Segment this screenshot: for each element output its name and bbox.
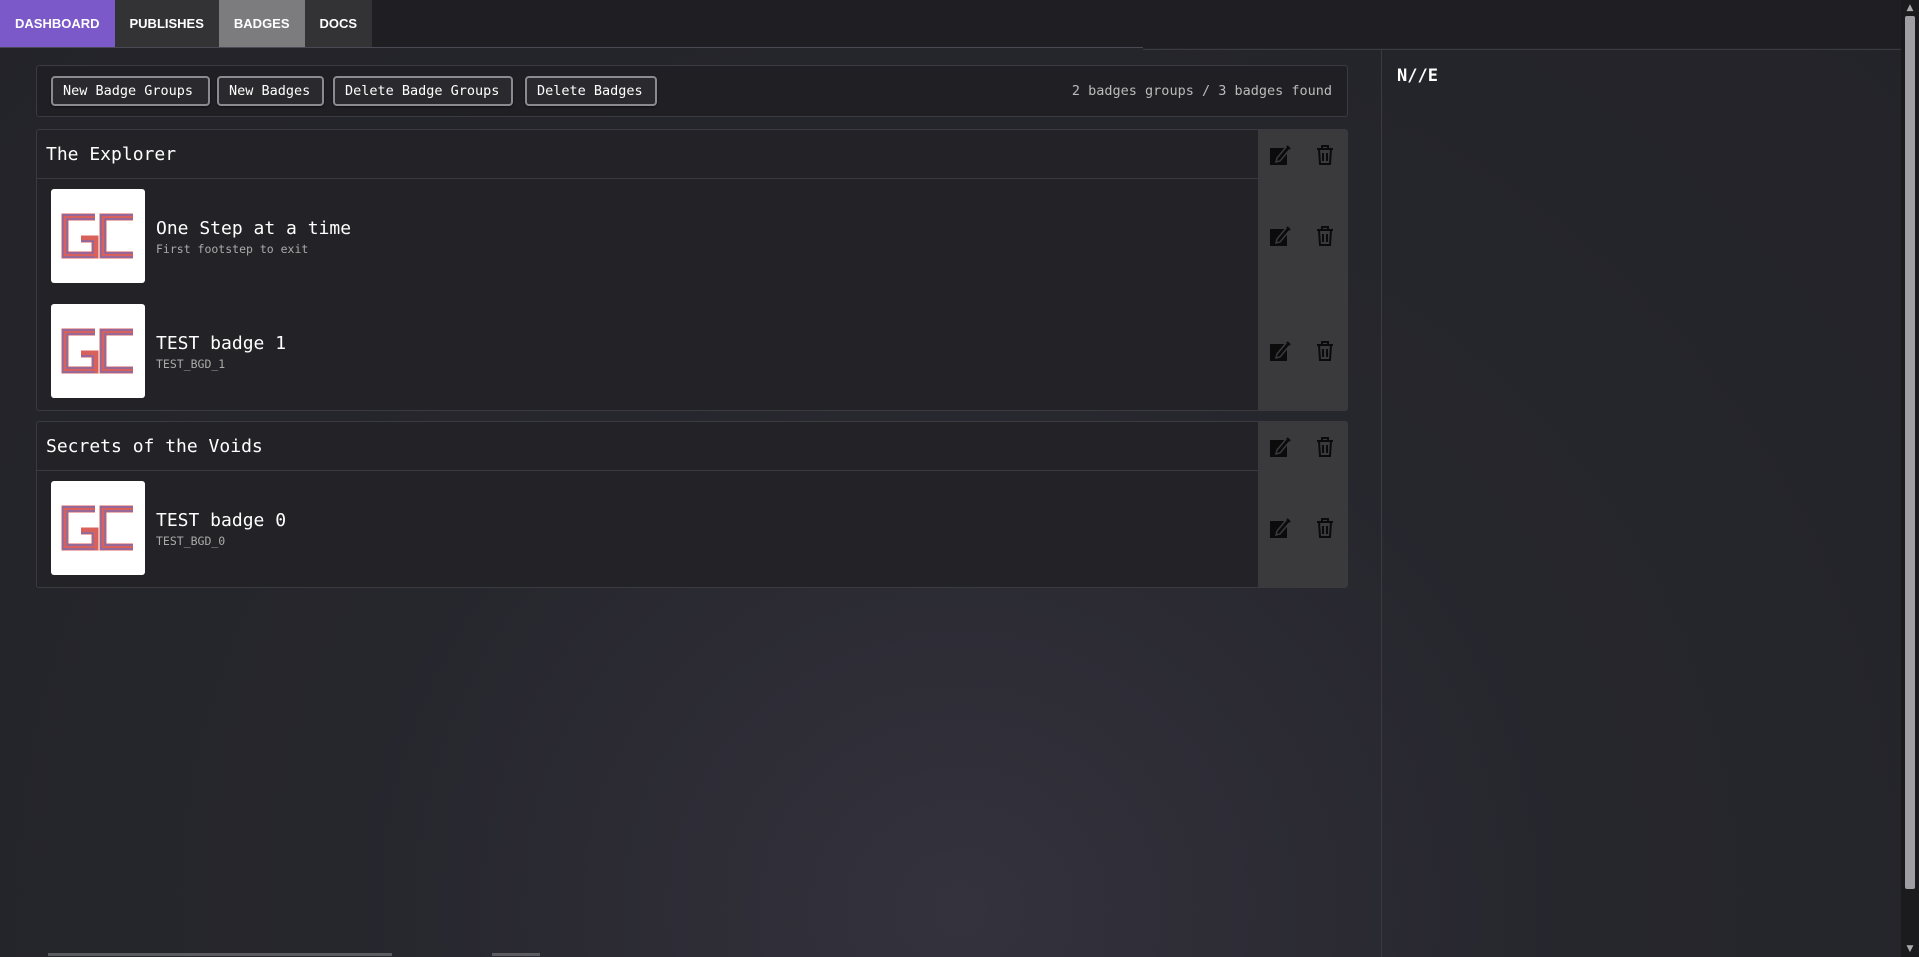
badge-description: TEST_BGD_0 — [156, 534, 226, 548]
nav-underline — [0, 47, 1143, 48]
scroll-up-arrow-icon[interactable]: ▲ — [1901, 0, 1919, 16]
badges-toolbar: New Badge Groups New Badges Delete Badge… — [36, 65, 1348, 117]
badge-row[interactable]: TEST badge 1 TEST_BGD_1 — [37, 294, 1347, 409]
trash-icon[interactable] — [1313, 339, 1337, 363]
horizontal-scrollbar-thumb[interactable] — [492, 953, 540, 956]
badge-description: TEST_BGD_1 — [156, 357, 226, 371]
trash-icon[interactable] — [1313, 435, 1337, 459]
trash-icon[interactable] — [1313, 224, 1337, 248]
horizontal-scrollbar-thumb[interactable] — [48, 953, 392, 956]
scroll-thumb[interactable] — [1905, 16, 1915, 889]
badge-group: Secrets of the Voids TEST badge 0 TEST_B… — [36, 421, 1348, 588]
badge-image — [51, 304, 145, 398]
badge-count: 2 badges groups / 3 badges found — [1071, 83, 1332, 99]
group-header: Secrets of the Voids — [37, 422, 1347, 471]
trash-icon[interactable] — [1313, 143, 1337, 167]
group-title: The Explorer — [46, 144, 177, 165]
details-panel: N//E — [1382, 49, 1901, 957]
group-header: The Explorer — [37, 130, 1347, 179]
badge-image — [51, 189, 145, 283]
vertical-scrollbar[interactable]: ▲ ▼ — [1901, 0, 1919, 957]
badge-name: TEST badge 0 — [156, 510, 287, 531]
top-nav: DASHBOARD PUBLISHES BADGES DOCS — [0, 0, 1919, 48]
badge-name: TEST badge 1 — [156, 333, 287, 354]
badge-row[interactable]: One Step at a time First footstep to exi… — [37, 179, 1347, 294]
tab-dashboard[interactable]: DASHBOARD — [0, 0, 115, 48]
badge-image — [51, 481, 145, 575]
tab-badges[interactable]: BADGES — [218, 0, 305, 48]
details-placeholder: N//E — [1397, 66, 1438, 86]
badge-description: First footstep to exit — [156, 242, 309, 256]
tab-publishes[interactable]: PUBLISHES — [114, 0, 219, 48]
scroll-down-arrow-icon[interactable]: ▼ — [1901, 941, 1919, 957]
new-badge-groups-button[interactable]: New Badge Groups — [51, 76, 210, 106]
edit-icon[interactable] — [1268, 143, 1292, 167]
edit-icon[interactable] — [1268, 435, 1292, 459]
tab-docs[interactable]: DOCS — [304, 0, 373, 48]
trash-icon[interactable] — [1313, 516, 1337, 540]
edit-icon[interactable] — [1268, 224, 1292, 248]
nav-strip — [372, 0, 1919, 48]
group-title: Secrets of the Voids — [46, 436, 263, 457]
edit-icon[interactable] — [1268, 516, 1292, 540]
delete-badges-button[interactable]: Delete Badges — [525, 76, 657, 106]
delete-badge-groups-button[interactable]: Delete Badge Groups — [333, 76, 513, 106]
badge-name: One Step at a time — [156, 218, 352, 239]
badge-row[interactable]: TEST badge 0 TEST_BGD_0 — [37, 471, 1347, 586]
badge-group: The Explorer One Step at a time First fo… — [36, 129, 1348, 411]
new-badges-button[interactable]: New Badges — [217, 76, 324, 106]
edit-icon[interactable] — [1268, 339, 1292, 363]
